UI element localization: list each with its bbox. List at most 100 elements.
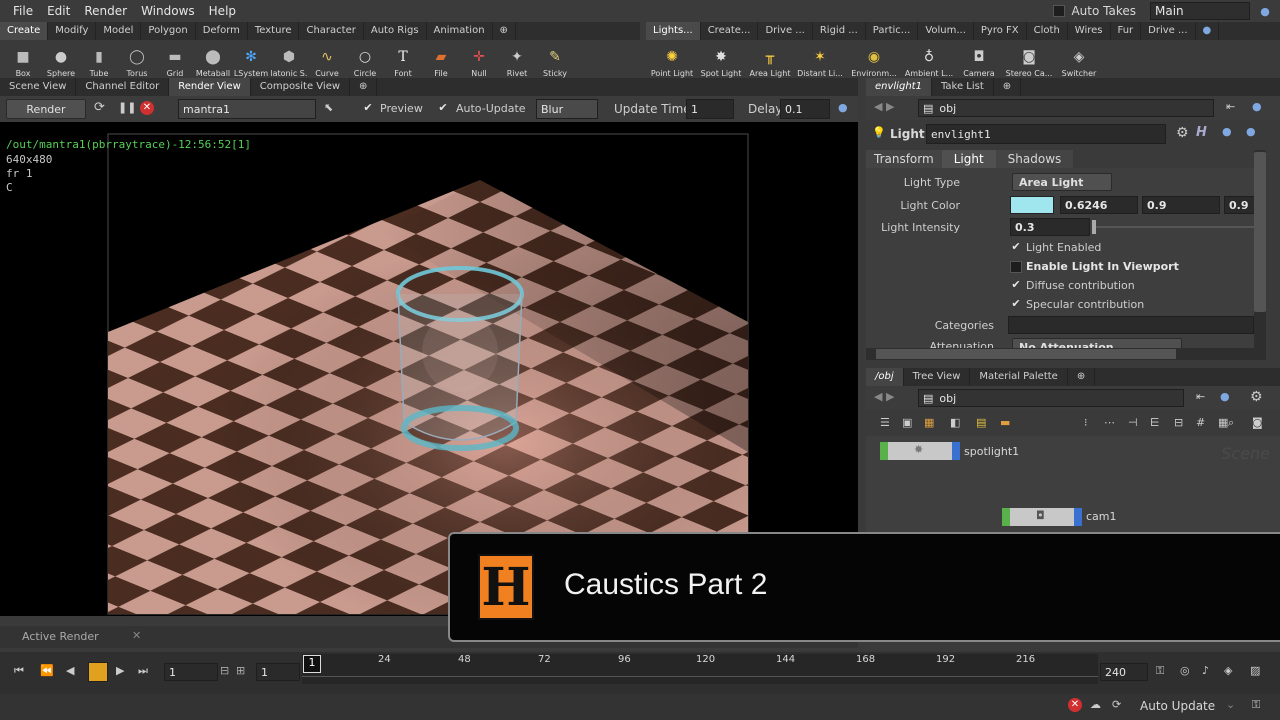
tab-channel-editor[interactable]: Channel Editor bbox=[76, 78, 170, 96]
param-hscrollbar[interactable] bbox=[866, 348, 1266, 360]
shelf-tab-polygon[interactable]: Polygon bbox=[141, 22, 196, 40]
menu-edit[interactable]: Edit bbox=[40, 4, 77, 18]
shelf-tab-create[interactable]: Create bbox=[0, 22, 49, 40]
enable-viewport-checkbox[interactable] bbox=[1010, 261, 1022, 273]
pick-render-icon[interactable]: ⬉ bbox=[324, 101, 333, 114]
tool-sticky[interactable]: ✎ Sticky bbox=[536, 40, 574, 78]
node-name-field[interactable]: envlight1 bbox=[926, 124, 1166, 144]
distribute-icon[interactable]: ⋿ bbox=[1150, 416, 1160, 429]
light-intensity-field[interactable]: 0.3 bbox=[1010, 218, 1090, 236]
shelf-tab-fur[interactable]: Fur bbox=[1111, 22, 1142, 40]
add-tab-icon[interactable]: ⊕ bbox=[1068, 368, 1096, 386]
current-frame-field[interactable]: 1 bbox=[256, 663, 300, 681]
light-intensity-slider-handle[interactable] bbox=[1092, 220, 1096, 234]
menu-file[interactable]: File bbox=[6, 4, 40, 18]
tab-material-palette[interactable]: Material Palette bbox=[970, 368, 1068, 386]
play-icon[interactable]: ▶ bbox=[116, 664, 124, 677]
tool-box[interactable]: ■ Box bbox=[4, 40, 42, 78]
frame-marker[interactable]: 1 bbox=[303, 655, 321, 673]
tab-tree-view[interactable]: Tree View bbox=[904, 368, 971, 386]
tool-distant-light[interactable]: ✶ Distant Li... bbox=[794, 40, 846, 78]
back-icon[interactable]: ◀ ▶ bbox=[874, 100, 894, 113]
shelf-tab-volume[interactable]: Volum... bbox=[918, 22, 974, 40]
param-path-field[interactable]: ▤ obj bbox=[918, 99, 1214, 117]
delay-field[interactable]: 0.1 bbox=[780, 99, 830, 119]
shelf-tab-create[interactable]: Create... bbox=[701, 22, 759, 40]
zoom-icon[interactable]: ⌕ bbox=[1228, 416, 1234, 430]
tool-tube[interactable]: ▮ Tube bbox=[80, 40, 118, 78]
list-icon[interactable]: ☰ bbox=[880, 416, 890, 429]
go-end-icon[interactable]: ⏭ bbox=[138, 664, 148, 678]
tool-font[interactable]: T Font bbox=[384, 40, 422, 78]
timeline-ruler[interactable]: 1 24 48 72 96 120 144 168 192 216 bbox=[302, 654, 1098, 684]
shelf-tab-modify[interactable]: Modify bbox=[48, 22, 97, 40]
chevron-down-icon[interactable]: ⌄ bbox=[1226, 698, 1235, 711]
palette-icon[interactable]: ◧ bbox=[950, 416, 960, 429]
lock-icon[interactable]: ⚿ bbox=[1252, 698, 1260, 712]
menu-render[interactable]: Render bbox=[77, 4, 134, 18]
grid-view-icon[interactable]: ▦ bbox=[924, 416, 934, 429]
tab-take-list[interactable]: Take List bbox=[932, 78, 994, 96]
desktop-help-icon[interactable]: ● bbox=[1250, 5, 1280, 18]
tab-obj[interactable]: /obj bbox=[866, 368, 904, 386]
shelf-tab-rigid[interactable]: Rigid ... bbox=[813, 22, 866, 40]
subtab-transform[interactable]: Transform bbox=[866, 150, 942, 168]
settings-icon[interactable]: ▨ bbox=[1250, 664, 1260, 677]
light-color-r-field[interactable]: 0.6246 bbox=[1060, 196, 1138, 214]
refresh-icon[interactable]: ⟳ bbox=[1112, 698, 1121, 711]
auto-update-label[interactable]: Auto Update bbox=[1140, 699, 1215, 713]
global-anim-icon[interactable]: ◈ bbox=[1224, 664, 1232, 677]
menu-windows[interactable]: Windows bbox=[134, 4, 202, 18]
shelf-tab-particles[interactable]: Partic... bbox=[866, 22, 919, 40]
shelf-add-tab-icon[interactable]: ⊕ bbox=[493, 22, 516, 40]
error-icon[interactable]: ✕ bbox=[1068, 698, 1082, 712]
tool-lsystem[interactable]: ✻ LSystem bbox=[232, 40, 270, 78]
tool-metaball[interactable]: ⬤ Metaball bbox=[194, 40, 232, 78]
diffuse-checkbox[interactable]: ✔ bbox=[1010, 278, 1022, 291]
subtab-shadows[interactable]: Shadows bbox=[995, 150, 1074, 168]
node-cam1[interactable]: ◘ bbox=[1002, 508, 1082, 526]
start-frame-field[interactable]: 1 bbox=[164, 663, 218, 681]
param-hscrollbar-thumb[interactable] bbox=[876, 349, 1176, 359]
sticky-note-icon[interactable]: ▤ bbox=[976, 416, 986, 429]
tool-sphere[interactable]: ● Sphere bbox=[42, 40, 80, 78]
stop-icon[interactable]: ✕ bbox=[140, 101, 154, 115]
shelf-tab-auto-rigs[interactable]: Auto Rigs bbox=[364, 22, 427, 40]
light-color-swatch[interactable] bbox=[1010, 196, 1054, 214]
shelf-tab-cloth[interactable]: Cloth bbox=[1027, 22, 1068, 40]
specular-checkbox[interactable]: ✔ bbox=[1010, 297, 1022, 310]
tool-point-light[interactable]: ✺ Point Light bbox=[648, 40, 696, 78]
shelf-tab-deform[interactable]: Deform bbox=[196, 22, 248, 40]
desktop-select[interactable]: Main bbox=[1150, 2, 1250, 20]
tool-camera[interactable]: ◘ Camera bbox=[956, 40, 1002, 78]
add-tab-icon[interactable]: ⊕ bbox=[994, 78, 1022, 96]
preview-checkbox[interactable]: ✔ bbox=[362, 101, 374, 114]
audio-icon[interactable]: ♪ bbox=[1202, 664, 1209, 677]
tool-file[interactable]: ▰ File bbox=[422, 40, 460, 78]
light-type-select[interactable]: Area Light bbox=[1012, 173, 1112, 191]
tool-ambient-light[interactable]: ♁ Ambient L... bbox=[902, 40, 956, 78]
param-scrollbar[interactable] bbox=[1254, 150, 1266, 348]
pin-icon[interactable]: ⇤ bbox=[1196, 390, 1205, 403]
close-render-icon[interactable]: ✕ bbox=[132, 629, 141, 642]
subtab-light[interactable]: Light bbox=[941, 150, 996, 168]
shelf-tab-texture[interactable]: Texture bbox=[248, 22, 300, 40]
layout-icon[interactable]: ⁝ bbox=[1084, 416, 1088, 429]
cloud-icon[interactable]: ☁ bbox=[1090, 698, 1101, 711]
link-icon[interactable]: ● bbox=[1220, 390, 1230, 403]
prev-key-icon[interactable]: ⏪ bbox=[40, 664, 54, 677]
shelf-tab-model[interactable]: Model bbox=[96, 22, 142, 40]
gear-icon[interactable]: ⚙ bbox=[1176, 125, 1189, 141]
screenshot-icon[interactable]: ◙ bbox=[1252, 416, 1263, 429]
shelf-tab-lights[interactable]: Lights... bbox=[646, 22, 701, 40]
light-color-b-field[interactable]: 0.9 bbox=[1224, 196, 1254, 214]
node-spotlight1[interactable]: ✸ bbox=[880, 442, 960, 460]
attenuation-select[interactable]: No Attenuation bbox=[1012, 338, 1182, 348]
tool-null[interactable]: ✛ Null bbox=[460, 40, 498, 78]
param-scrollbar-thumb[interactable] bbox=[1254, 152, 1266, 312]
network-path-field[interactable]: ▤ obj bbox=[918, 389, 1184, 407]
tool-switcher[interactable]: ◈ Switcher bbox=[1056, 40, 1102, 78]
tool-curve[interactable]: ∿ Curve bbox=[308, 40, 346, 78]
help-icon[interactable]: ● bbox=[838, 101, 848, 114]
houdini-help-icon[interactable]: H bbox=[1196, 125, 1207, 140]
